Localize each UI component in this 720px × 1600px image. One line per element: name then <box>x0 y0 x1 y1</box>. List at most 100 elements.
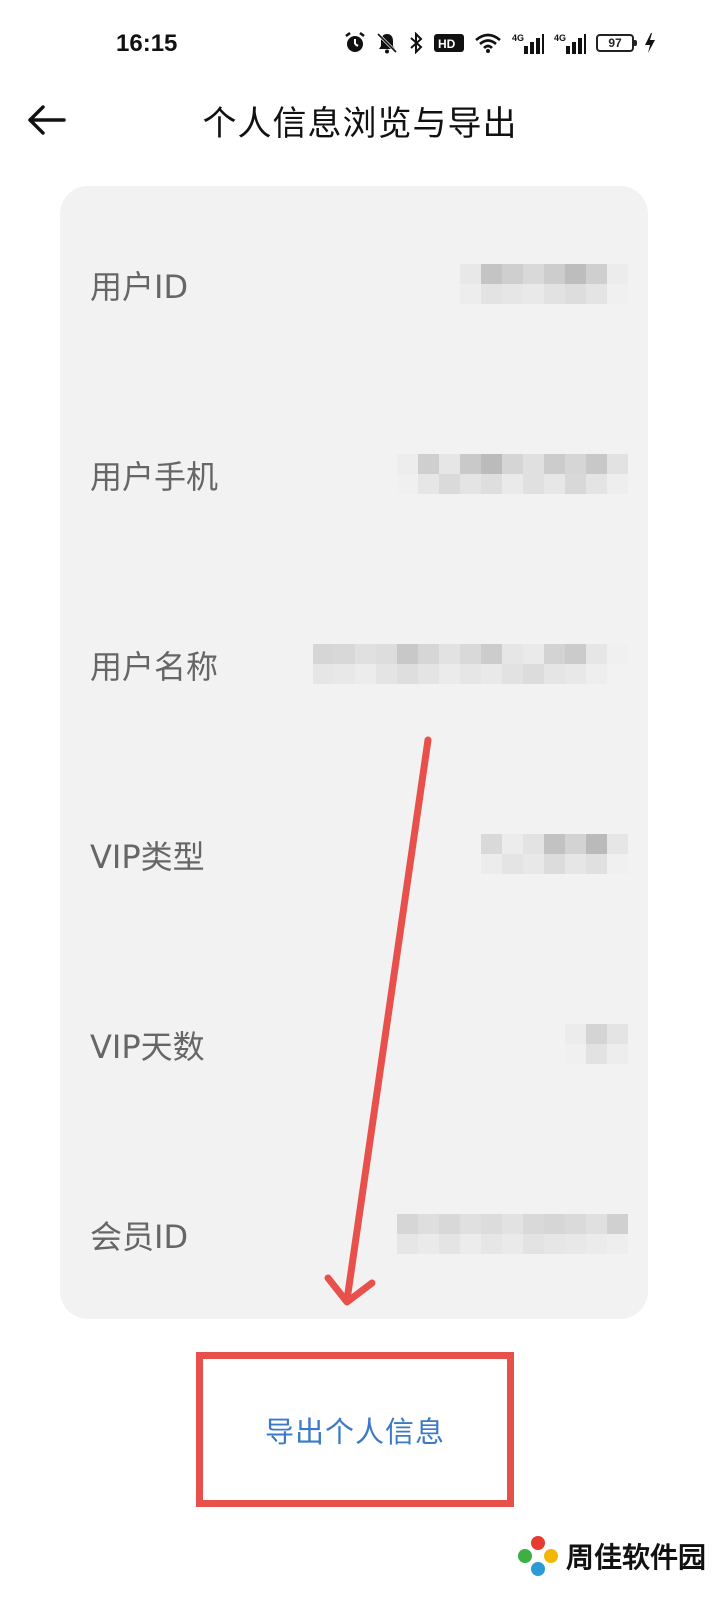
mosaic-cell <box>502 474 523 494</box>
mosaic-column <box>544 834 565 874</box>
mosaic-column <box>565 1214 586 1254</box>
mosaic-cell <box>481 834 502 854</box>
mosaic-cell <box>460 284 481 304</box>
mosaic-cell <box>334 664 355 684</box>
mosaic-cell <box>418 644 439 664</box>
mosaic-cell <box>607 454 628 474</box>
mosaic-column <box>586 834 607 874</box>
mosaic-cell <box>544 454 565 474</box>
mosaic-cell <box>607 264 628 284</box>
row-member-id: 会员ID <box>60 1188 648 1278</box>
mosaic-column <box>586 644 607 684</box>
row-value-blurred <box>565 1024 628 1064</box>
mosaic-cell <box>586 1024 607 1044</box>
mosaic-cell <box>523 474 544 494</box>
info-card: 用户ID 用户手机 用户名称 VIP类型 VIP天数 会员ID <box>60 186 648 1319</box>
row-user-name: 用户名称 <box>60 618 648 708</box>
mosaic-cell <box>544 1234 565 1254</box>
mosaic-column <box>439 1214 460 1254</box>
mosaic-column <box>418 454 439 494</box>
mosaic-column <box>586 264 607 304</box>
mosaic-cell <box>502 1214 523 1234</box>
mosaic-cell <box>565 454 586 474</box>
charging-icon <box>645 33 655 53</box>
mosaic-column <box>502 1214 523 1254</box>
mosaic-cell <box>586 264 607 284</box>
mosaic-column <box>481 834 502 874</box>
mosaic-column <box>502 264 523 304</box>
mosaic-column <box>502 644 523 684</box>
mosaic-column <box>439 454 460 494</box>
mosaic-column <box>481 454 502 494</box>
mosaic-column <box>418 644 439 684</box>
mosaic-cell <box>565 1214 586 1234</box>
export-personal-info-button[interactable]: 导出个人信息 <box>203 1359 507 1500</box>
mosaic-column <box>565 1024 586 1064</box>
mosaic-cell <box>607 1044 628 1064</box>
mosaic-cell <box>544 474 565 494</box>
mosaic-cell <box>460 664 481 684</box>
mosaic-cell <box>565 1044 586 1064</box>
status-time: 16:15 <box>116 30 178 57</box>
mosaic-column <box>418 1214 439 1254</box>
mosaic-cell <box>586 834 607 854</box>
mosaic-cell <box>481 1234 502 1254</box>
mosaic-cell <box>355 644 376 664</box>
mosaic-cell <box>481 474 502 494</box>
mosaic-cell <box>523 284 544 304</box>
mosaic-cell <box>418 454 439 474</box>
mosaic-cell <box>439 454 460 474</box>
status-icons: HD 4G 4G 97 <box>344 32 656 54</box>
mosaic-cell <box>586 664 607 684</box>
mosaic-cell <box>586 644 607 664</box>
mosaic-column <box>544 264 565 304</box>
mosaic-column <box>565 264 586 304</box>
row-label: 用户ID <box>90 268 189 306</box>
mosaic-column <box>607 264 628 304</box>
mosaic-cell <box>523 1214 544 1234</box>
mosaic-column <box>607 1024 628 1064</box>
bluetooth-icon <box>410 32 423 54</box>
mosaic-cell <box>502 264 523 284</box>
row-value-blurred <box>481 834 628 874</box>
mosaic-cell <box>439 1214 460 1234</box>
mosaic-column <box>397 1214 418 1254</box>
watermark-text: 周佳软件园 <box>566 1542 707 1573</box>
mosaic-column <box>460 264 481 304</box>
svg-text:4G: 4G <box>554 33 566 43</box>
mosaic-cell <box>523 644 544 664</box>
mosaic-cell <box>565 1024 586 1044</box>
mosaic-column <box>607 454 628 494</box>
mosaic-cell <box>586 474 607 494</box>
mosaic-column <box>376 644 397 684</box>
battery-level: 97 <box>608 36 622 50</box>
mosaic-column <box>397 454 418 494</box>
mosaic-cell <box>481 644 502 664</box>
mosaic-column <box>523 454 544 494</box>
mosaic-cell <box>502 854 523 874</box>
row-vip-days: VIP天数 <box>60 998 648 1088</box>
mosaic-cell <box>565 284 586 304</box>
mosaic-cell <box>544 854 565 874</box>
mosaic-cell <box>565 264 586 284</box>
mosaic-cell <box>586 1234 607 1254</box>
header: 个人信息浏览与导出 <box>0 90 720 150</box>
mosaic-cell <box>460 1234 481 1254</box>
battery-icon: 97 <box>596 34 637 52</box>
status-bar: 16:15 HD 4G 4G 97 <box>0 0 720 90</box>
mosaic-cell <box>481 284 502 304</box>
mosaic-cell <box>397 1214 418 1234</box>
mosaic-column <box>607 1214 628 1254</box>
svg-text:HD: HD <box>438 37 456 51</box>
mosaic-column <box>586 1024 607 1064</box>
mosaic-cell <box>607 1024 628 1044</box>
mosaic-cell <box>523 854 544 874</box>
mosaic-cell <box>418 1234 439 1254</box>
mosaic-cell <box>607 474 628 494</box>
mosaic-column <box>334 644 355 684</box>
mosaic-cell <box>460 1214 481 1234</box>
mute-icon <box>376 32 398 54</box>
mosaic-cell <box>586 284 607 304</box>
mosaic-cell <box>586 454 607 474</box>
mosaic-cell <box>313 644 334 664</box>
